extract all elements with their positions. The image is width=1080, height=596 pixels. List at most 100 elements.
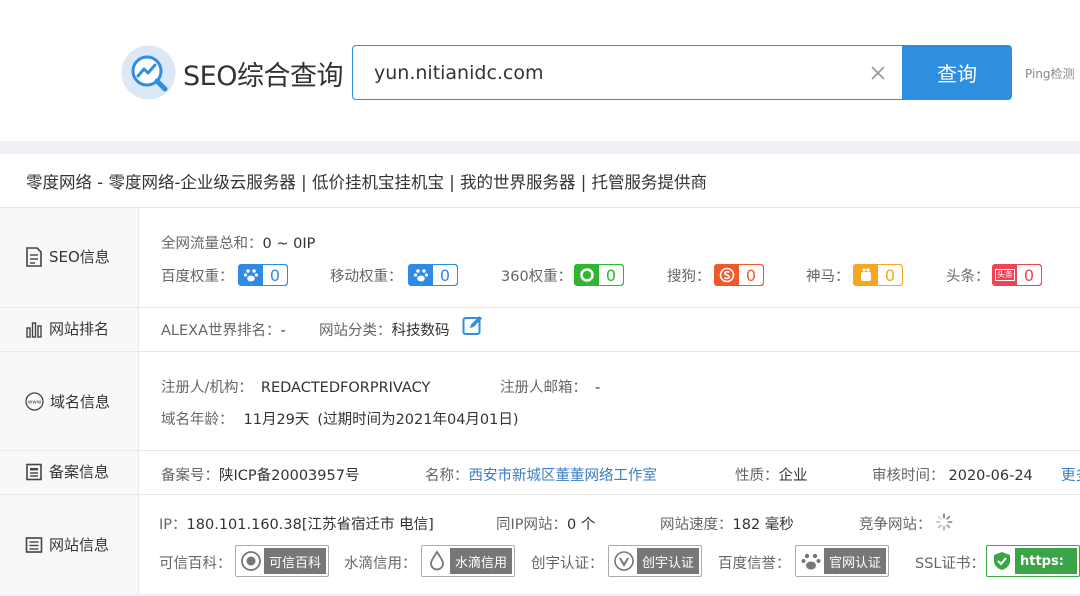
sameip-label: 同IP网站： xyxy=(496,517,568,533)
ip-value: 180.101.160.38[江苏省宿迁市 电信] xyxy=(186,517,434,533)
beian-review-label: 审核时间： xyxy=(872,468,945,484)
row-label-rank: 网站排名 xyxy=(25,318,109,339)
beian-review-value: 2020-06-24 xyxy=(948,468,1033,484)
logo-text[interactable]: SEO综合查询 xyxy=(183,54,343,93)
mobile-weight-badge[interactable]: 0 xyxy=(408,264,458,286)
beian-name-label: 名称： xyxy=(425,468,469,484)
weight-label: 移动权重： xyxy=(330,269,403,285)
baidu-cert-icon xyxy=(801,553,821,570)
weight-value: 0 xyxy=(1017,265,1041,285)
row-label-text: SEO信息 xyxy=(49,248,110,266)
badge-text: https: xyxy=(1015,548,1077,574)
360-icon xyxy=(580,268,594,282)
ping-link[interactable]: Ping检测 xyxy=(1025,65,1075,82)
row-label-text: 网站排名 xyxy=(49,320,110,338)
badge-text: 官网认证 xyxy=(824,548,887,574)
search-box xyxy=(352,45,902,100)
water-drop-badge[interactable]: 水滴信用 xyxy=(421,545,516,577)
weight-label: 360权重： xyxy=(501,269,573,285)
row-label-seo: SEO信息 xyxy=(25,246,110,267)
site-title: 零度网络 - 零度网络-企业级云服务器 | 低价挂机宝挂机宝 | 我的世界服务器… xyxy=(26,173,708,192)
sameip-value[interactable]: 0 个 xyxy=(567,517,595,533)
ip-label: IP： xyxy=(159,517,187,533)
beian-name-link[interactable]: 西安市新城区董董网络工作室 xyxy=(469,468,658,484)
sogou-weight-badge[interactable]: 0 xyxy=(714,264,764,286)
www-globe-icon: www xyxy=(25,392,44,411)
registrant-label: 注册人/机构： xyxy=(161,380,253,396)
beian-nature-label: 性质： xyxy=(735,468,779,484)
traffic-field: 全网流量总和：0 ~ 0IP xyxy=(161,232,315,253)
row-label-text: 备案信息 xyxy=(49,463,110,481)
cert-label: 可信百科： xyxy=(159,556,232,572)
registrant-field: 注册人/机构： REDACTEDFORPRIVACY xyxy=(161,376,430,397)
ip-field: IP：180.101.160.38[江苏省宿迁市 电信] xyxy=(159,513,434,534)
email-label: 注册人邮箱： xyxy=(500,380,587,396)
speed-label: 网站速度： xyxy=(660,517,733,533)
divider xyxy=(0,450,1080,451)
beian-review-field: 审核时间： 2020-06-24 xyxy=(872,464,1033,485)
row-label-domain: www 域名信息 xyxy=(25,391,110,412)
badge-text: 可信百科 xyxy=(264,548,327,574)
weight-value: 0 xyxy=(599,265,623,285)
toutiao-icon: 头条 xyxy=(995,269,1015,281)
weight-value: 0 xyxy=(263,265,287,285)
weight-label: 头条： xyxy=(946,269,990,285)
chuangyu-badge[interactable]: 创宇认证 xyxy=(608,545,703,577)
ssl-badge[interactable]: https: xyxy=(986,545,1080,577)
weight-label: 百度权重： xyxy=(161,269,234,285)
kexin-icon xyxy=(241,551,261,571)
competitor-label: 竞争网站： xyxy=(859,517,932,533)
alexa-label: ALEXA世界排名： xyxy=(161,323,281,339)
weight-value: 0 xyxy=(433,265,457,285)
cert-label: SSL证书： xyxy=(915,556,985,572)
age-field: 域名年龄： 11月29天 (过期时间为2021年04月01日) xyxy=(161,408,519,429)
registrant-value: REDACTEDFORPRIVACY xyxy=(260,380,431,396)
category-label: 网站分类： xyxy=(319,323,392,339)
row-label-siteinfo: 网站信息 xyxy=(25,534,109,555)
traffic-value: 0 ~ 0IP xyxy=(262,236,316,252)
domain-search-input[interactable] xyxy=(374,60,834,86)
age-label: 域名年龄： xyxy=(161,412,234,428)
baidu-weight-badge[interactable]: 0 xyxy=(238,264,288,286)
age-value: 11月29天 xyxy=(243,412,310,428)
beian-more-link[interactable]: 更多 xyxy=(1061,464,1080,485)
alexa-field: ALEXA世界排名：- xyxy=(161,319,286,340)
weight-label: 神马： xyxy=(806,269,850,285)
weight-value: 0 xyxy=(878,265,902,285)
list-icon xyxy=(25,536,43,553)
water-drop-icon xyxy=(430,550,444,571)
beian-number-field: 备案号：陕ICP备20003957号 xyxy=(161,464,359,485)
header: SEO综合查询 查询 Ping检测 xyxy=(0,0,1080,141)
baidu-mobile-paw-icon xyxy=(413,269,429,282)
divider xyxy=(0,494,1080,495)
beian-number-label: 备案号： xyxy=(161,468,219,484)
baidu-cert-badge[interactable]: 官网认证 xyxy=(795,545,890,577)
category-value: 科技数码 xyxy=(391,323,450,339)
badge-text: 水滴信用 xyxy=(450,548,513,574)
speed-field: 网站速度：182 毫秒 xyxy=(660,513,794,534)
shenma-weight-badge[interactable]: 0 xyxy=(853,264,903,286)
ssl-icon xyxy=(994,552,1010,570)
weight-value: 0 xyxy=(739,265,763,285)
chuangyu-icon xyxy=(614,551,634,571)
seo-logo-icon[interactable] xyxy=(121,45,176,100)
cert-label: 百度信誉： xyxy=(718,556,791,572)
beian-number-value: 陕ICP备20003957号 xyxy=(219,468,360,484)
edit-icon[interactable] xyxy=(462,314,484,336)
beian-name-field: 名称：西安市新城区董董网络工作室 xyxy=(425,464,657,485)
beian-nature-value: 企业 xyxy=(778,468,808,484)
weight-label: 搜狗： xyxy=(667,269,711,285)
document-icon xyxy=(26,246,42,267)
email-field: 注册人邮箱： - xyxy=(500,376,600,397)
badge-text: 创宇认证 xyxy=(637,548,700,574)
360-weight-badge[interactable]: 0 xyxy=(574,264,624,286)
search-button[interactable]: 查询 xyxy=(902,45,1012,100)
svg-text:www: www xyxy=(28,400,42,406)
sogou-icon xyxy=(719,267,735,283)
record-icon xyxy=(26,463,42,480)
clear-icon[interactable] xyxy=(870,65,886,81)
baidu-paw-icon xyxy=(243,269,259,282)
shenma-icon xyxy=(861,268,871,281)
toutiao-weight-badge[interactable]: 头条 0 xyxy=(992,264,1042,286)
kexin-badge[interactable]: 可信百科 xyxy=(235,545,330,577)
